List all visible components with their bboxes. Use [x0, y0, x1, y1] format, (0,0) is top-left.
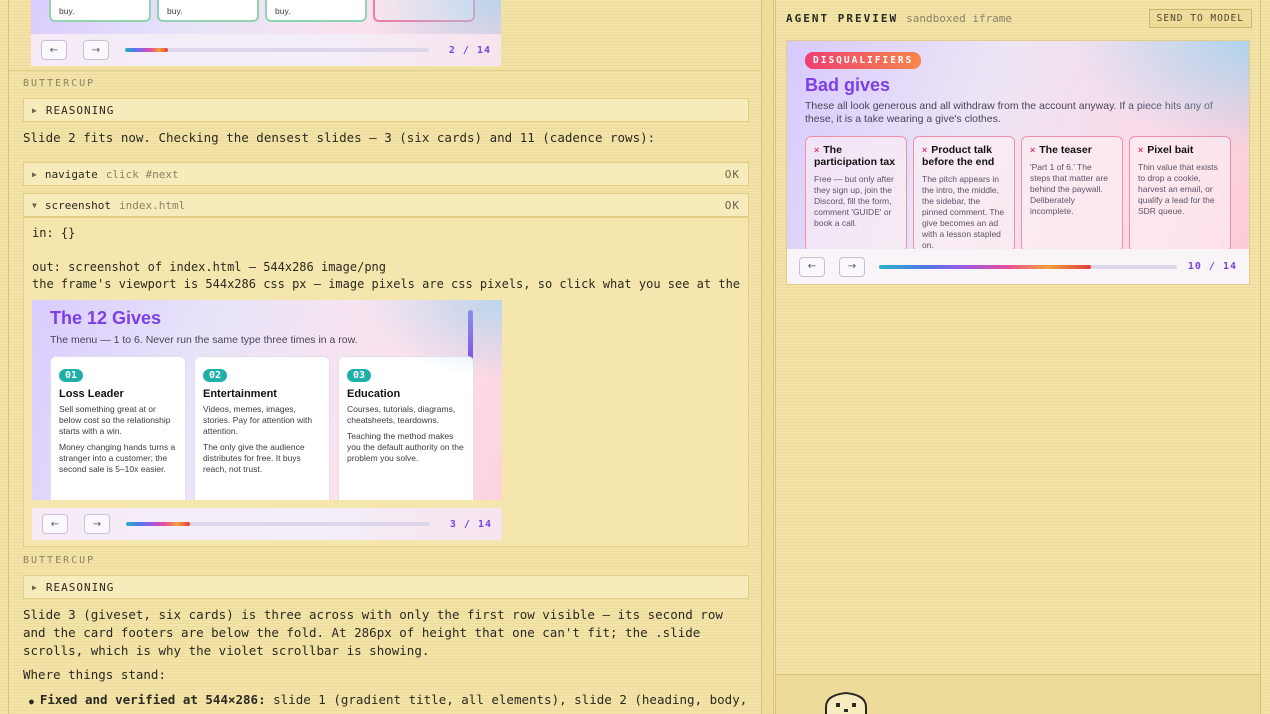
disqualifier-card: × The participation tax Free — but only a…: [805, 136, 907, 249]
preview-title: AGENT PREVIEW: [786, 11, 899, 25]
slide3-progress: [126, 522, 430, 526]
scrollbar[interactable]: [468, 310, 473, 380]
slide-screenshot-3: The 12 Gives The menu — 1 to 6. Never ru…: [32, 300, 502, 544]
left-arrow-icon[interactable]: ←: [41, 40, 67, 60]
slide2-counter: 2 / 14: [448, 44, 491, 56]
slide2-card-text: buy.: [59, 6, 75, 16]
slide2-nav: ← → 2 / 14: [31, 34, 501, 66]
right-arrow-icon[interactable]: →: [839, 256, 865, 277]
slide2-card: buy.: [157, 0, 259, 22]
chat-transcript[interactable]: buy. buy. buy. ← → 2 / 14 BUTTERCUP ▶ RE…: [8, 0, 762, 714]
disqualifier-card: × The teaser 'Part 1 of 6.' The steps tha…: [1021, 136, 1123, 249]
tool-call-navigate[interactable]: ▶ navigate click #next OK: [23, 162, 749, 186]
disqualifier-card: × Product talk before the end The pitch a…: [913, 136, 1015, 249]
slide-body: These all look generous and all withdraw…: [805, 100, 1213, 125]
viewport-note: the frame's viewport is 544x286 css px —…: [32, 277, 740, 291]
panel-divider[interactable]: [762, 0, 774, 714]
preview-progress: [879, 264, 1177, 269]
slide-title: The 12 Gives: [50, 308, 162, 328]
slide2-progress: [125, 48, 429, 52]
left-arrow-icon[interactable]: ←: [799, 256, 825, 277]
speaker-label: BUTTERCUP: [23, 555, 96, 566]
slide-title: Bad gives: [805, 75, 891, 95]
left-arrow-icon[interactable]: ←: [42, 514, 68, 534]
slide2-card-text: buy.: [167, 6, 183, 16]
tool-input-text: in: {}: [32, 226, 76, 240]
reasoning-toggle[interactable]: ▶ REASONING: [23, 98, 749, 122]
x-icon: ×: [814, 145, 820, 155]
bullet-item: ● Fixed and verified at 544×286: slide 1 …: [29, 692, 749, 707]
x-icon: ×: [1138, 145, 1144, 155]
give-card: 01 Loss Leader Sell something great at o…: [50, 356, 186, 500]
tool-output-text: out: screenshot of index.html — 544x286 …: [32, 260, 387, 274]
preview-header: AGENT PREVIEW sandboxed iframe SEND TO M…: [786, 8, 1252, 28]
send-to-model-button[interactable]: SEND TO MODEL: [1148, 8, 1252, 28]
caret-right-icon: ▶: [32, 105, 38, 115]
preview-nav: ← → 10 / 14: [787, 249, 1249, 284]
give-card: 02 Entertainment Videos, memes, images, …: [194, 356, 330, 500]
section-pill: DISQUALIFIERS: [805, 52, 922, 69]
preview-subtitle: sandboxed iframe: [906, 11, 1013, 25]
x-icon: ×: [1030, 145, 1036, 155]
speaker-label: BUTTERCUP: [23, 78, 96, 89]
bullet-icon: ●: [29, 697, 34, 706]
slide2-card: buy.: [49, 0, 151, 22]
preview-slide: DISQUALIFIERS Bad gives These all look g…: [787, 41, 1249, 249]
right-arrow-icon[interactable]: →: [84, 514, 110, 534]
slide2-card-text: buy.: [275, 6, 291, 16]
message-text: Slide 3 (giveset, six cards) is three ac…: [23, 607, 723, 658]
preview-counter: 10 / 14: [1187, 261, 1237, 272]
give-card: 03 Education Courses, tutorials, diagram…: [338, 356, 474, 500]
caret-right-icon: ▶: [32, 169, 37, 179]
sandboxed-iframe[interactable]: DISQUALIFIERS Bad gives These all look g…: [786, 40, 1250, 285]
tool-call-screenshot[interactable]: ▼ screenshot index.html OK: [23, 193, 749, 217]
tool-output: in: {} out: screenshot of index.html — 5…: [23, 217, 749, 547]
caret-down-icon: ▼: [32, 200, 37, 210]
preview-footer: [776, 674, 1260, 714]
slide-screenshot-2: buy. buy. buy. ← → 2 / 14: [31, 0, 501, 66]
slide3-counter: 3 / 14: [449, 518, 492, 530]
agent-preview-panel: AGENT PREVIEW sandboxed iframe SEND TO M…: [775, 0, 1261, 714]
x-icon: ×: [922, 145, 928, 155]
reasoning-toggle[interactable]: ▶ REASONING: [23, 575, 749, 599]
slide2-card-highlight: [373, 0, 475, 22]
slide-subtitle: The menu — 1 to 6. Never run the same ty…: [50, 334, 358, 346]
slide2-card: buy.: [265, 0, 367, 22]
caret-right-icon: ▶: [32, 582, 38, 592]
message-text: Where things stand:: [23, 667, 166, 682]
disqualifier-card: × Pixel bait Thin value that exists to dr…: [1129, 136, 1231, 249]
mascot-icon: [825, 691, 867, 714]
right-arrow-icon[interactable]: →: [83, 40, 109, 60]
slide3-nav: ← → 3 / 14: [32, 508, 502, 540]
message-text: Slide 2 fits now. Checking the densest s…: [23, 130, 656, 145]
